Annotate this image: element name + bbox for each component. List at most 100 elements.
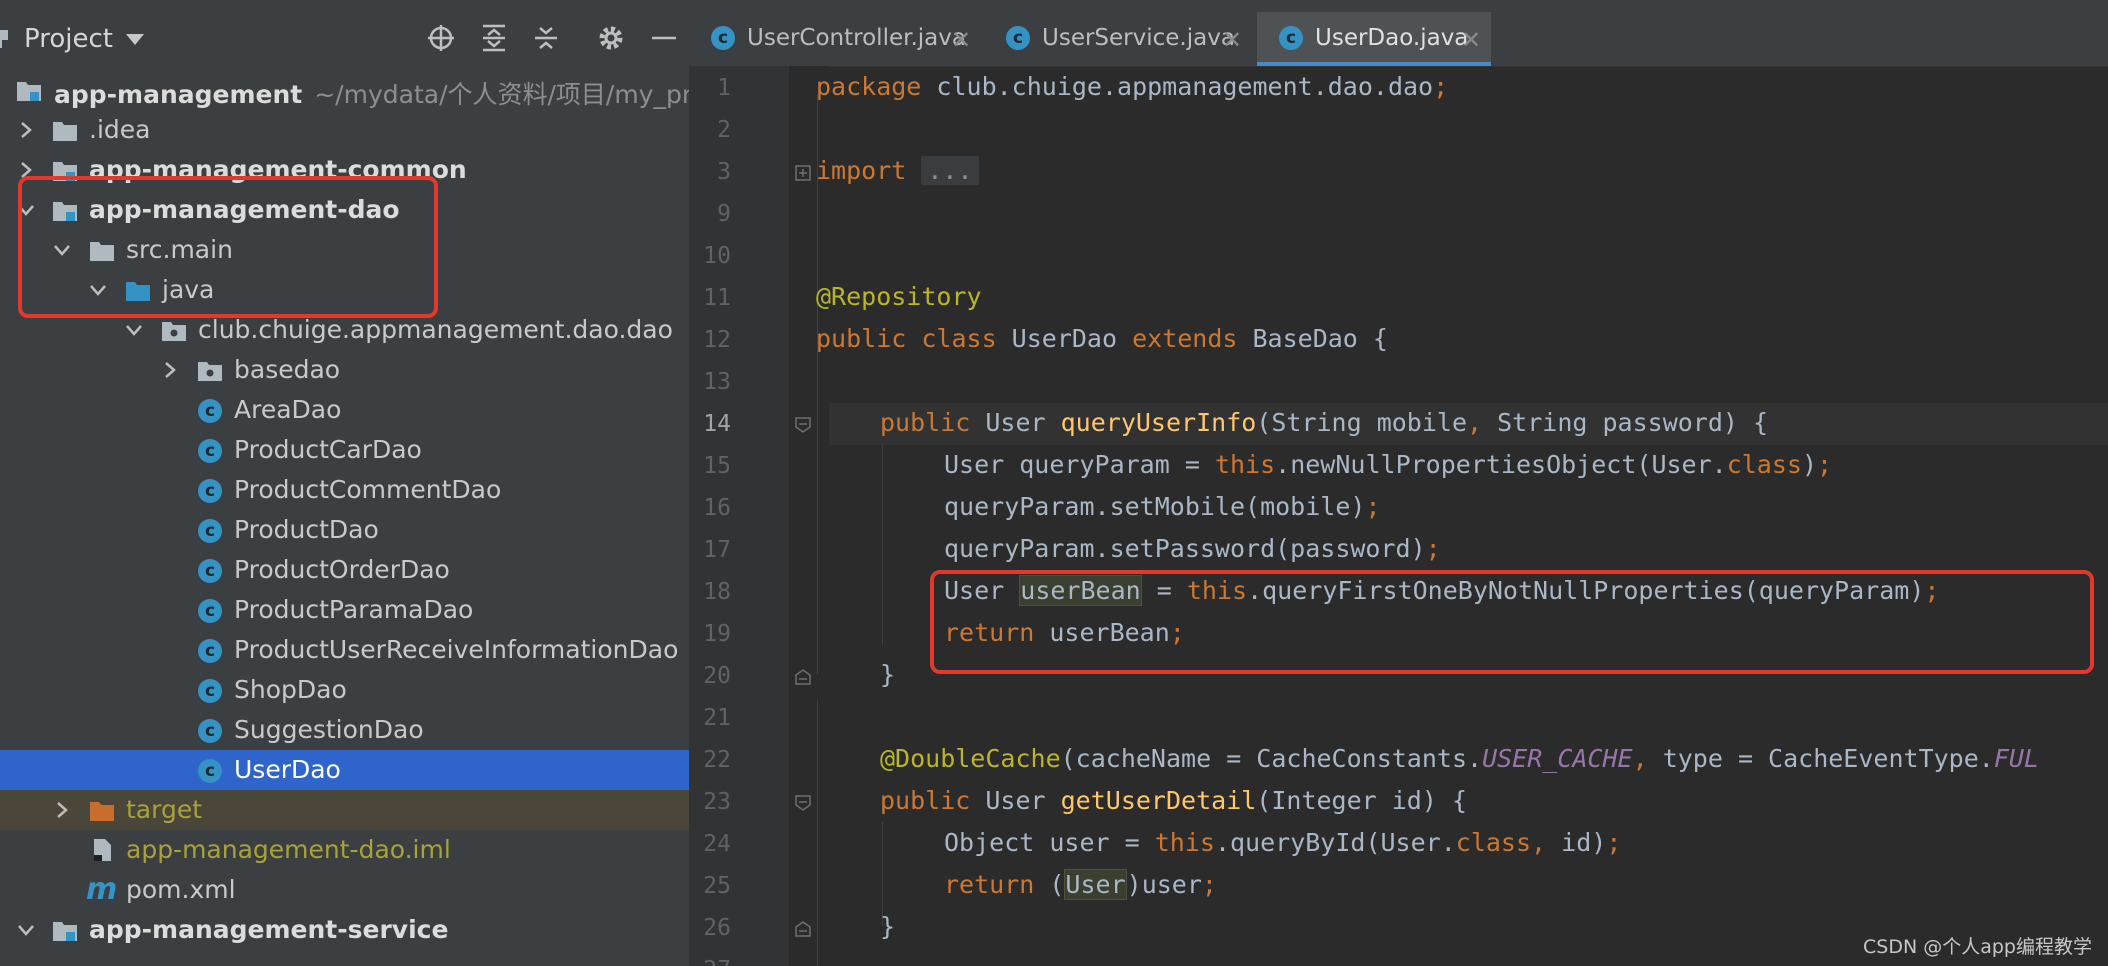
class-icon: c: [198, 399, 222, 423]
indent-guide: [817, 700, 818, 966]
tree-item-label: .idea: [89, 115, 151, 144]
project-icon: [0, 30, 10, 48]
file-icon: [94, 839, 111, 861]
code-line-26[interactable]: }: [880, 912, 895, 941]
line-number: 23: [703, 789, 731, 815]
chevron-right-icon[interactable]: [160, 360, 180, 380]
code-line-22[interactable]: @DoubleCache(cacheName = CacheConstants.…: [880, 744, 2039, 773]
tree-item-label: pom.xml: [126, 875, 236, 904]
class-icon: c: [1279, 26, 1303, 50]
crosshair-icon: [428, 25, 454, 51]
class-icon: c: [1006, 26, 1030, 50]
highlight-box-code: [930, 570, 2094, 674]
settings-button[interactable]: [595, 22, 627, 54]
collapse-all-button[interactable]: [530, 22, 562, 54]
fold-minus-icon[interactable]: [795, 417, 811, 433]
chevron-right-icon[interactable]: [52, 800, 72, 820]
tree-item-class[interactable]: c ProductDao: [0, 510, 689, 550]
watermark: CSDN @个人app编程教学: [1863, 936, 2092, 958]
tree-item-label: ProductParamaDao: [234, 595, 474, 624]
package-icon: [162, 322, 186, 341]
tree-item-class[interactable]: c ProductCommentDao: [0, 470, 689, 510]
highlight-box-tree: [18, 176, 438, 318]
tree-item-class[interactable]: c SuggestionDao: [0, 710, 689, 750]
tree-item-label: app-management-dao.iml: [126, 835, 451, 864]
tree-item-class[interactable]: c AreaDao: [0, 390, 689, 430]
code-line-17[interactable]: queryParam.setPassword(password);: [944, 534, 1441, 563]
project-panel-header: Project: [0, 0, 689, 80]
tab-user-controller[interactable]: c UserController.java ✕: [689, 12, 980, 66]
folded-imports[interactable]: ...: [921, 156, 979, 185]
fold-end-icon[interactable]: [795, 669, 811, 685]
tree-item-label: ProductDao: [234, 515, 379, 544]
tree-item-iml[interactable]: app-management-dao.iml: [0, 830, 689, 870]
code-line-24[interactable]: Object user = this.queryById(User.class,…: [944, 828, 1621, 857]
tree-item-target[interactable]: target: [0, 790, 689, 830]
code-line-25[interactable]: return (User)user;: [944, 869, 1217, 900]
code-line-16[interactable]: queryParam.setMobile(mobile);: [944, 492, 1381, 521]
tree-item-basedao[interactable]: basedao: [0, 350, 689, 390]
tree-root-app-management[interactable]: app-management ~/mydata/个人资料/项目/my_pro: [0, 70, 689, 110]
module-folder-icon: [17, 82, 41, 101]
line-number-current: 14: [703, 411, 731, 437]
tree-item-label: target: [126, 795, 203, 824]
line-number: 27: [689, 957, 731, 966]
expand-all-icon: [483, 24, 505, 52]
tab-user-service[interactable]: c UserService.java ✕: [984, 12, 1252, 66]
folder-icon: [53, 122, 77, 141]
code-line-1[interactable]: package club.chuige.appmanagement.dao.da…: [816, 72, 1448, 101]
tree-item-pom[interactable]: m pom.xml: [0, 870, 689, 910]
chevron-down-icon[interactable]: [124, 320, 144, 340]
line-number: 17: [703, 537, 731, 563]
line-number: 19: [703, 621, 731, 647]
tree-item-label: app-management-service: [89, 915, 449, 944]
tree-item-class[interactable]: c ProductParamaDao: [0, 590, 689, 630]
fold-minus-icon[interactable]: [795, 795, 811, 811]
tree-item-class-selected[interactable]: c UserDao: [0, 750, 689, 790]
close-icon[interactable]: ✕: [1461, 26, 1481, 54]
indent-guide: [882, 822, 883, 926]
close-icon[interactable]: ✕: [1222, 26, 1242, 54]
code-line-20[interactable]: }: [880, 660, 895, 689]
code-line-12[interactable]: public class UserDao extends BaseDao {: [816, 324, 1388, 353]
class-icon: c: [198, 599, 222, 623]
tree-item-label: AreaDao: [234, 395, 342, 424]
hide-panel-button[interactable]: [648, 22, 680, 54]
line-number: 10: [703, 243, 731, 269]
line-number: 22: [703, 747, 731, 773]
close-icon[interactable]: ✕: [951, 26, 971, 54]
locate-file-button[interactable]: [425, 22, 457, 54]
code-line-11[interactable]: @Repository: [816, 282, 982, 311]
project-title[interactable]: Project: [24, 24, 113, 54]
line-number: 26: [703, 915, 731, 941]
chevron-right-icon[interactable]: [16, 120, 36, 140]
expand-all-button[interactable]: [478, 22, 510, 54]
tree-item-label: ProductOrderDao: [234, 555, 450, 584]
code-line-15[interactable]: User queryParam = this.newNullProperties…: [944, 450, 1832, 479]
line-number: 3: [717, 159, 731, 185]
line-number: 15: [703, 453, 731, 479]
tree-item-class[interactable]: c ProductUserReceiveInformationDao: [0, 630, 689, 670]
fold-plus-icon[interactable]: [795, 165, 811, 181]
collapse-all-icon: [535, 27, 557, 49]
tree-item-class[interactable]: c ShopDao: [0, 670, 689, 710]
line-number: 12: [703, 327, 731, 353]
code-line-23[interactable]: public User getUserDetail(Integer id) {: [880, 786, 1467, 815]
tab-user-dao[interactable]: c UserDao.java ✕: [1257, 12, 1491, 66]
root-path: ~/mydata/个人资料/项目/my_pro: [314, 80, 689, 109]
tree-item-app-management-service[interactable]: app-management-service: [0, 910, 689, 950]
fold-end-icon[interactable]: [795, 921, 811, 937]
class-icon: c: [198, 439, 222, 463]
tree-item-class[interactable]: c ProductOrderDao: [0, 550, 689, 590]
line-number: 1: [717, 75, 731, 101]
chevron-down-icon[interactable]: [16, 920, 36, 940]
code-line-3[interactable]: import ...: [816, 156, 979, 185]
project-panel: Project app-management ~/mydata/个人资料/项目/m…: [0, 0, 689, 966]
tree-item-idea[interactable]: .idea: [0, 110, 689, 150]
line-number: 25: [703, 873, 731, 899]
project-view-dropdown-icon[interactable]: [126, 34, 144, 45]
line-number: 9: [717, 201, 731, 227]
tree-item-label: club.chuige.appmanagement.dao.dao: [198, 315, 673, 344]
code-line-14[interactable]: public User queryUserInfo(String mobile,…: [880, 408, 1768, 437]
tree-item-class[interactable]: c ProductCarDao: [0, 430, 689, 470]
